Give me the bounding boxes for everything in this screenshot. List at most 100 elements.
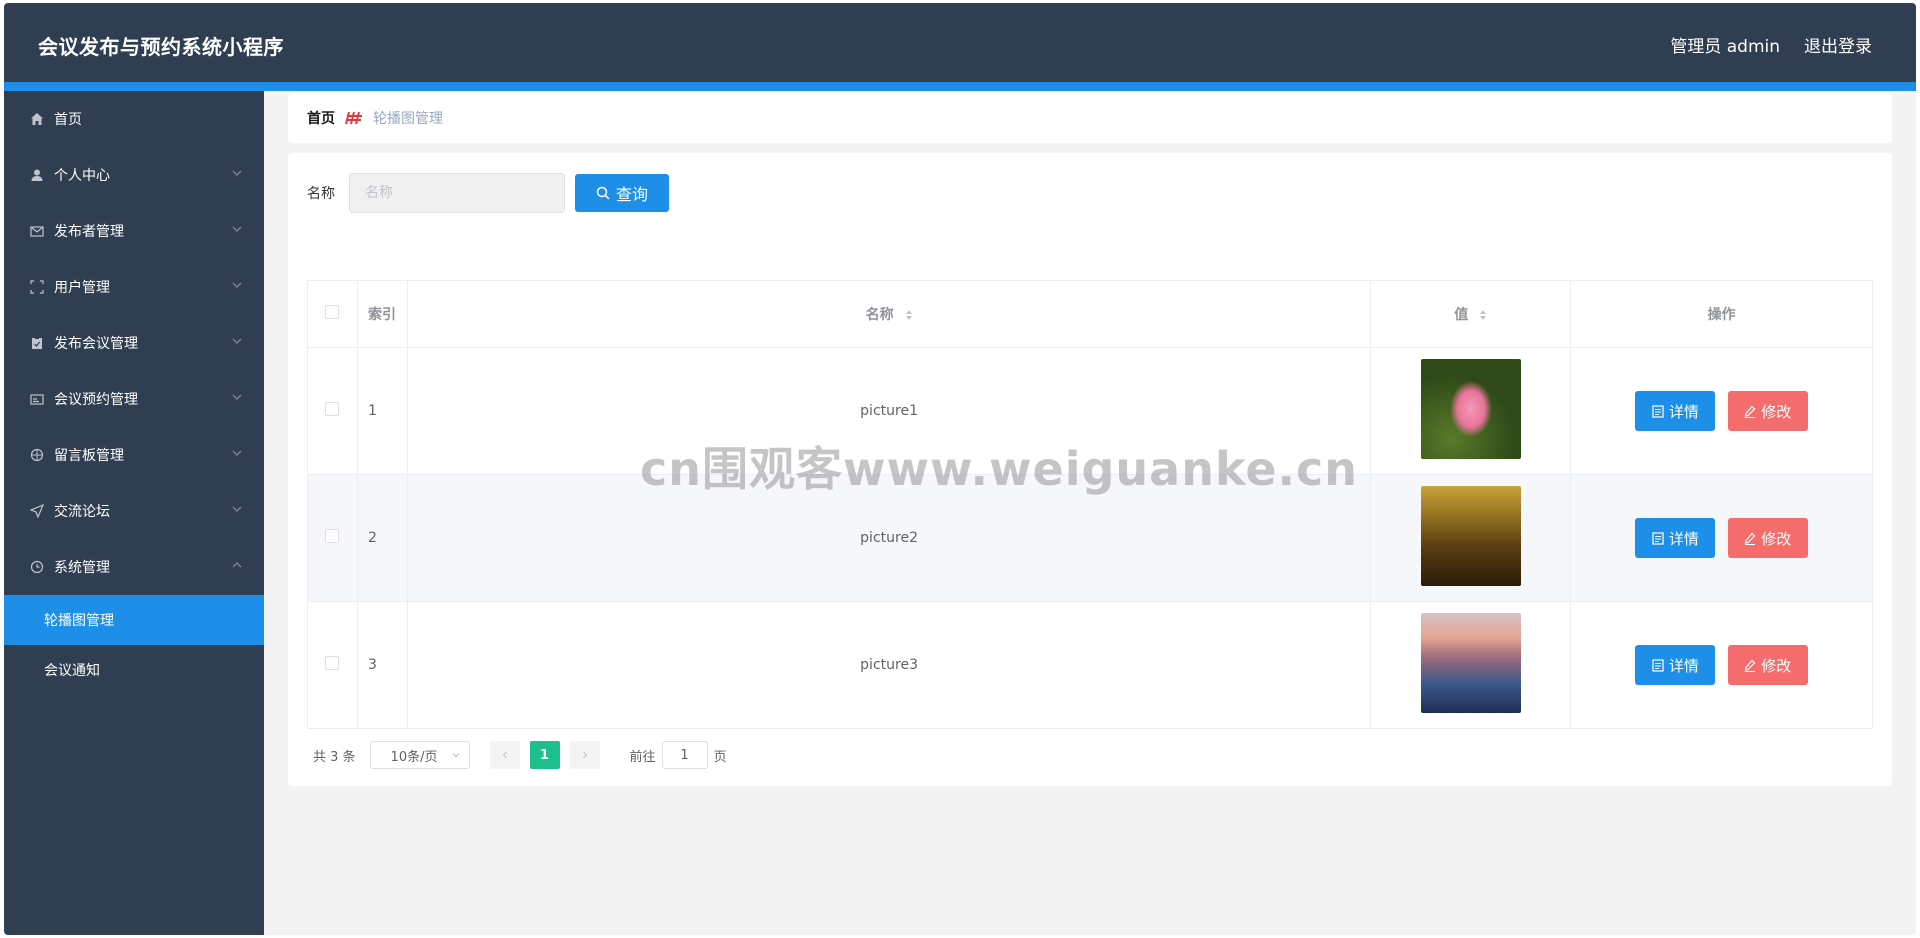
sidebar-item-forum[interactable]: 交流论坛 bbox=[4, 483, 264, 539]
edit-button-label: 修改 bbox=[1761, 402, 1792, 421]
row-value bbox=[1370, 474, 1572, 602]
send-icon bbox=[28, 502, 46, 520]
row-name: picture3 bbox=[406, 601, 1372, 729]
row-actions: 详情 修改 bbox=[1570, 347, 1873, 475]
edit-button-label: 修改 bbox=[1761, 529, 1792, 548]
app-title: 会议发布与预约系统小程序 bbox=[38, 35, 284, 59]
row-checkbox-cell bbox=[307, 601, 358, 729]
chevron-down-icon bbox=[232, 170, 242, 176]
header-value[interactable]: 值 bbox=[1370, 280, 1572, 348]
carousel-table: 索引 名称 值 操作 1 picture1 详情 修改 2 picture2 详… bbox=[307, 280, 1873, 729]
breadcrumb-current: 轮播图管理 bbox=[373, 111, 443, 127]
row-checkbox[interactable] bbox=[325, 529, 340, 543]
header-accent-bar bbox=[4, 82, 1916, 91]
search-bar: 名称 查询 bbox=[307, 173, 669, 213]
prev-page-button[interactable] bbox=[489, 741, 520, 769]
chevron-down-icon bbox=[232, 450, 242, 456]
edit-icon bbox=[1745, 532, 1756, 545]
row-checkbox-cell bbox=[307, 474, 358, 602]
detail-button-label: 详情 bbox=[1668, 402, 1699, 421]
carousel-image bbox=[1420, 613, 1521, 713]
clipboard-icon bbox=[28, 334, 46, 352]
row-checkbox[interactable] bbox=[325, 402, 340, 416]
sidebar-item-meeting-booking[interactable]: 会议预约管理 bbox=[4, 371, 264, 427]
table-row: 3 picture3 详情 修改 bbox=[307, 601, 1873, 729]
detail-button-label: 详情 bbox=[1668, 656, 1699, 675]
row-checkbox-cell bbox=[307, 347, 358, 475]
detail-button[interactable]: 详情 bbox=[1635, 518, 1716, 558]
document-icon bbox=[1652, 531, 1664, 545]
edit-button[interactable]: 修改 bbox=[1727, 391, 1808, 431]
sidebar-item-users[interactable]: 用户管理 bbox=[4, 259, 264, 315]
fullscreen-icon bbox=[28, 278, 46, 296]
pagination-total: 共 3 条 bbox=[313, 749, 356, 765]
chevron-down-icon bbox=[452, 753, 459, 758]
detail-button[interactable]: 详情 bbox=[1635, 391, 1716, 431]
detail-button[interactable]: 详情 bbox=[1635, 645, 1716, 685]
sidebar-item-label: 系统管理 bbox=[54, 560, 110, 576]
row-actions: 详情 修改 bbox=[1570, 601, 1873, 729]
sort-icon[interactable] bbox=[1479, 309, 1487, 321]
chevron-up-icon bbox=[232, 562, 242, 568]
header-actions: 管理员 admin 退出登录 bbox=[1670, 32, 1872, 57]
sidebar-item-label: 用户管理 bbox=[54, 280, 110, 296]
sidebar-item-system[interactable]: 系统管理 bbox=[4, 539, 264, 595]
edit-button[interactable]: 修改 bbox=[1727, 645, 1808, 685]
home-icon bbox=[28, 110, 46, 128]
row-index: 1 bbox=[356, 347, 408, 475]
table-header-row: 索引 名称 值 操作 bbox=[307, 280, 1873, 348]
sidebar-item-label: 发布者管理 bbox=[54, 224, 124, 240]
page-size-select[interactable]: 10条/页 bbox=[369, 741, 470, 769]
next-page-button[interactable] bbox=[569, 741, 600, 769]
search-button[interactable]: 查询 bbox=[575, 174, 669, 212]
breadcrumb: 首页 轮播图管理 bbox=[288, 93, 1892, 143]
sidebar: 首页 个人中心 发布者管理 用户管理 发布会议管理 会议预约管理 留言板管理 交… bbox=[4, 91, 264, 935]
header-name-label: 名称 bbox=[865, 307, 894, 323]
chevron-down-icon bbox=[232, 506, 242, 512]
header-name[interactable]: 名称 bbox=[406, 280, 1372, 348]
app-window: 会议发布与预约系统小程序 管理员 admin 退出登录 首页 个人中心 发布者管… bbox=[4, 3, 1916, 935]
top-header: 会议发布与预约系统小程序 管理员 admin 退出登录 bbox=[4, 3, 1916, 82]
content-card: 名称 查询 索引 名称 bbox=[288, 153, 1892, 786]
edit-icon bbox=[1745, 659, 1756, 672]
goto-page-input[interactable] bbox=[661, 741, 708, 769]
detail-button-label: 详情 bbox=[1668, 529, 1699, 548]
sidebar-item-label: 留言板管理 bbox=[54, 448, 124, 464]
sidebar-item-meeting-publish[interactable]: 发布会议管理 bbox=[4, 315, 264, 371]
mail-icon bbox=[28, 222, 46, 240]
row-name: picture1 bbox=[406, 347, 1372, 475]
sort-icon[interactable] bbox=[905, 309, 913, 321]
sidebar-item-publisher[interactable]: 发布者管理 bbox=[4, 203, 264, 259]
carousel-image bbox=[1420, 486, 1521, 586]
logout-button[interactable]: 退出登录 bbox=[1804, 32, 1872, 57]
edit-button[interactable]: 修改 bbox=[1727, 518, 1808, 558]
chevron-down-icon bbox=[232, 394, 242, 400]
search-input[interactable] bbox=[349, 173, 565, 213]
search-icon bbox=[596, 186, 610, 200]
user-icon bbox=[28, 166, 46, 184]
table-row: 2 picture2 详情 修改 bbox=[307, 474, 1873, 602]
search-label: 名称 bbox=[307, 186, 335, 202]
row-value bbox=[1370, 347, 1572, 475]
sidebar-subitem-meeting-notice[interactable]: 会议通知 bbox=[4, 645, 264, 695]
sidebar-item-home[interactable]: 首页 bbox=[4, 91, 264, 147]
admin-user-label[interactable]: 管理员 admin bbox=[1670, 32, 1780, 57]
select-all-checkbox[interactable] bbox=[325, 305, 340, 319]
page-number-current[interactable]: 1 bbox=[529, 741, 560, 769]
sidebar-item-personal-center[interactable]: 个人中心 bbox=[4, 147, 264, 203]
breadcrumb-separator-icon bbox=[345, 110, 365, 126]
sidebar-item-label: 个人中心 bbox=[54, 168, 110, 184]
sidebar-subitem-carousel[interactable]: 轮播图管理 bbox=[4, 595, 264, 645]
sidebar-item-message-board[interactable]: 留言板管理 bbox=[4, 427, 264, 483]
header-value-label: 值 bbox=[1454, 307, 1469, 323]
goto-suffix: 页 bbox=[713, 749, 727, 765]
breadcrumb-home[interactable]: 首页 bbox=[307, 108, 335, 128]
sidebar-item-label: 会议预约管理 bbox=[54, 392, 138, 408]
clock-icon bbox=[28, 558, 46, 576]
row-name: picture2 bbox=[406, 474, 1372, 602]
edit-icon bbox=[1745, 405, 1756, 418]
row-checkbox[interactable] bbox=[325, 656, 340, 670]
chevron-down-icon bbox=[232, 338, 242, 344]
row-actions: 详情 修改 bbox=[1570, 474, 1873, 602]
carousel-image bbox=[1420, 359, 1521, 459]
